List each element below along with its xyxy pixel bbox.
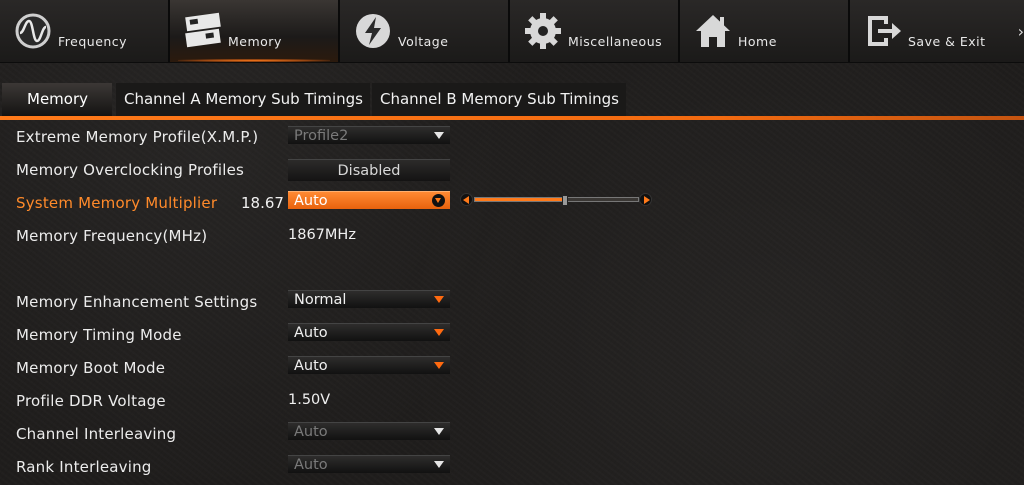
multiplier-dropdown[interactable]: Auto [288,191,450,209]
nav-memory-label: Memory [228,34,282,49]
channel-interleaving-value: Auto [294,424,328,440]
rank-interleaving-dropdown[interactable]: Auto [288,455,450,473]
ddr-voltage-label: Profile DDR Voltage [16,392,166,410]
xmp-dropdown[interactable]: Profile2 [288,126,450,144]
timing-mode-value: Auto [294,325,328,341]
nav-miscellaneous-label: Miscellaneous [568,34,663,49]
tab-channel-b-timings[interactable]: Channel B Memory Sub Timings [372,83,626,116]
chevron-down-icon [432,194,445,207]
nav-home[interactable]: Home [680,0,850,62]
boot-mode-label: Memory Boot Mode [16,359,166,377]
rank-interleaving-label: Rank Interleaving [16,458,152,476]
xmp-label: Extreme Memory Profile(X.M.P.) [16,128,259,146]
tab-underline [0,116,1024,120]
xmp-value: Profile2 [294,128,349,144]
nav-home-label: Home [738,34,777,49]
nav-save-exit[interactable]: Save & Exit › [850,0,1024,62]
top-navigation: Frequency Memory Voltage Miscellaneous H… [0,0,1024,63]
enhancement-value: Normal [294,292,347,308]
gear-icon [525,13,561,49]
chevron-down-icon [434,132,444,139]
multiplier-slider[interactable] [460,193,652,207]
sub-tab-bar: Memory Channel A Memory Sub Timings Chan… [0,83,1024,116]
nav-voltage-label: Voltage [398,34,449,49]
chevron-down-icon [434,461,444,468]
slider-increase-icon[interactable] [639,193,652,206]
home-icon [696,15,730,47]
nav-scroll-right-icon[interactable]: › [1018,22,1024,41]
chevron-down-icon [434,428,444,435]
tab-memory[interactable]: Memory [2,83,112,116]
oc-profiles-label: Memory Overclocking Profiles [16,161,245,179]
tab-channel-a-timings[interactable]: Channel A Memory Sub Timings [116,83,370,116]
lightning-icon [356,14,390,48]
boot-mode-dropdown[interactable]: Auto [288,356,450,374]
channel-interleaving-label: Channel Interleaving [16,425,177,443]
boot-mode-value: Auto [294,358,328,374]
nav-memory[interactable]: Memory [170,0,340,62]
frequency-value: 1867MHz [288,227,356,243]
frequency-label: Memory Frequency(MHz) [16,227,208,245]
frequency-dial-icon [15,13,51,49]
nav-miscellaneous[interactable]: Miscellaneous [510,0,680,62]
chevron-down-icon [434,296,444,303]
slider-fill [475,198,565,201]
slider-track[interactable] [474,195,639,206]
enhancement-dropdown[interactable]: Normal [288,290,450,308]
memory-module-icon [185,12,221,48]
timing-mode-dropdown[interactable]: Auto [288,323,450,341]
chevron-down-icon [434,329,444,336]
nav-frequency[interactable]: Frequency [0,0,170,62]
nav-save-exit-label: Save & Exit [908,34,986,49]
nav-frequency-label: Frequency [58,34,128,49]
rank-interleaving-value: Auto [294,457,328,473]
oc-profiles-button[interactable]: Disabled [288,159,450,181]
timing-mode-label: Memory Timing Mode [16,326,182,344]
multiplier-ratio: 18.67 [241,194,284,212]
nav-voltage[interactable]: Voltage [340,0,510,62]
multiplier-label: System Memory Multiplier [16,194,218,212]
exit-icon [868,16,901,46]
ddr-voltage-value: 1.50V [288,392,331,408]
channel-interleaving-dropdown[interactable]: Auto [288,422,450,440]
multiplier-value: Auto [294,193,328,209]
enhancement-label: Memory Enhancement Settings [16,293,258,311]
chevron-down-icon [434,362,444,369]
slider-thumb[interactable] [561,195,568,206]
slider-decrease-icon[interactable] [460,193,473,206]
